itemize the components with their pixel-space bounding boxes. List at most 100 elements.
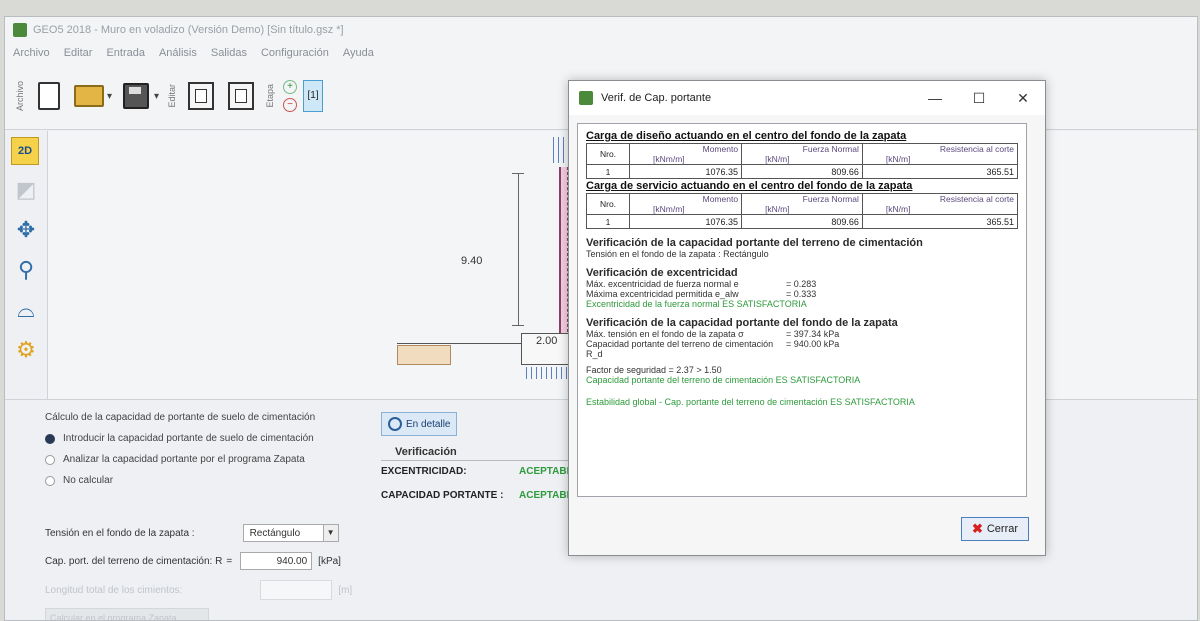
verification-title: Verificación <box>395 446 457 458</box>
radio-label: Analizar la capacidad portante por el pr… <box>63 454 305 465</box>
close-button-label: Cerrar <box>986 523 1019 535</box>
dimension-tick-bottom <box>512 325 524 326</box>
stress-shape-row: Tensión en el fondo de la zapata : Rectá… <box>45 524 339 542</box>
table-cell-moment: 1076.35 <box>628 214 743 229</box>
table-header-nro: Nro. <box>586 193 630 215</box>
close-icon[interactable]: ✕ <box>1001 90 1045 107</box>
stress-shape-label: Tensión en el fondo de la zapata : <box>45 527 195 539</box>
visual-style-icon[interactable]: ⌓ <box>11 295 41 325</box>
view-3d-icon: ◩ <box>15 177 37 202</box>
table-header-moment: Momento [kNm/m] <box>628 143 743 165</box>
pan-move-icon[interactable]: ✥ <box>11 215 41 245</box>
bearing-capacity-dialog: Verif. de Cap. portante — ☐ ✕ Carga de d… <box>568 80 1046 556</box>
foundation-length-input <box>260 580 333 600</box>
remove-stage-icon[interactable]: − <box>283 98 298 112</box>
bearing-capacity-unit: [kPa] <box>318 555 341 567</box>
new-file-button[interactable] <box>32 78 66 114</box>
stress-shape-select[interactable]: Rectángulo ▼ <box>242 524 339 542</box>
add-stage-icon[interactable]: + <box>283 80 298 94</box>
paste-button[interactable] <box>224 78 258 114</box>
capacity-row-bearing: Capacidad portante del terreno de ciment… <box>586 339 840 359</box>
radio-introducir[interactable]: Introducir la capacidad portante de suel… <box>45 433 315 444</box>
detail-button-label: En detalle <box>406 418 451 430</box>
radio-unselected-icon <box>45 454 55 465</box>
dialog-titlebar: Verif. de Cap. portante — ☐ ✕ <box>569 81 1045 115</box>
radio-analizar[interactable]: Analizar la capacidad portante por el pr… <box>45 454 315 465</box>
bearing-verification-title: Verificación de la capacidad portante de… <box>586 237 923 249</box>
ground-line <box>397 343 527 344</box>
foundation-length-unit: [m] <box>338 584 353 596</box>
table-cell-shear: 365.51 <box>861 164 1019 179</box>
minimize-icon[interactable]: — <box>913 90 957 107</box>
menu-analisis[interactable]: Análisis <box>159 47 197 59</box>
height-dimension-label: 9.40 <box>461 255 483 267</box>
calc-method-group: Cálculo de la capacidad de portante de s… <box>45 412 315 496</box>
toolbar-group-file-label: Archivo <box>15 80 25 111</box>
toolbar-group-edit-label: Editar <box>167 84 178 108</box>
design-load-heading: Carga de diseño actuando en el centro de… <box>586 130 907 142</box>
copy-icon <box>188 82 215 110</box>
menu-entrada[interactable]: Entrada <box>106 47 145 59</box>
radio-selected-icon <box>45 433 55 444</box>
design-load-table: Nro. Momento [kNm/m] Fuerza Normal [kN/m] … <box>586 143 1019 179</box>
foundation-length-label: Longitud total de los cimientos: <box>45 584 183 596</box>
table-cell-moment: 1076.35 <box>628 164 743 179</box>
footing-dimension-label: 2.00 <box>536 335 558 347</box>
save-dropdown-arrow-icon[interactable]: ▾ <box>154 91 159 102</box>
bearing-verification-subtitle: Tensión en el fondo de la zapata : Rectá… <box>586 249 769 259</box>
front-soil-block <box>397 345 451 365</box>
dialog-title: Verif. de Cap. portante <box>601 92 712 104</box>
table-header-normal-force: Fuerza Normal [kN/m] <box>741 143 863 165</box>
table-header-normal-force: Fuerza Normal [kN/m] <box>741 193 863 215</box>
capacity-result: Capacidad portante del terreno de ciment… <box>586 375 861 385</box>
global-stability-result: Estabilidad global - Cap. portante del t… <box>586 397 915 407</box>
eccentricity-row-max: Máx. excentricidad de fuerza normal e = 0… <box>586 279 817 289</box>
menu-salidas[interactable]: Salidas <box>211 47 247 59</box>
foundation-length-row: Longitud total de los cimientos: [m] <box>45 580 352 600</box>
save-button[interactable] <box>119 78 153 114</box>
service-load-table: Nro. Momento [kNm/m] Fuerza Normal [kN/m] … <box>586 193 1019 229</box>
menu-archivo[interactable]: Archivo <box>13 47 50 59</box>
capacity-title: Verificación de la capacidad portante de… <box>586 317 898 329</box>
folder-icon <box>74 85 104 107</box>
dialog-report: Carga de diseño actuando en el centro de… <box>577 123 1027 497</box>
table-row: 1 1076.35 809.66 365.51 <box>586 214 1019 229</box>
detail-button[interactable]: En detalle <box>381 412 458 436</box>
menubar: Archivo Editar Entrada Análisis Salidas … <box>5 43 1197 63</box>
open-file-button[interactable] <box>72 78 106 114</box>
toolbar-group-stage-label: Etapa <box>265 84 276 108</box>
menu-editar[interactable]: Editar <box>64 47 93 59</box>
close-dialog-button[interactable]: ✖ Cerrar <box>961 517 1029 541</box>
view-2d-button[interactable]: 2D <box>11 137 39 165</box>
eccentricity-result: Excentricidad de la fuerza normal ES SAT… <box>586 299 807 309</box>
stage-selector[interactable]: [1] <box>303 80 324 112</box>
radio-unselected-icon <box>45 475 55 486</box>
dimension-tick-top <box>512 173 524 174</box>
menu-ayuda[interactable]: Ayuda <box>343 47 374 59</box>
eccentricity-row-allowed: Máxima excentricidad permitida e_alw = 0.… <box>586 289 817 299</box>
stress-shape-value: Rectángulo <box>249 527 301 539</box>
bearing-capacity-row: Cap. port. del terreno de cimentación: R… <box>45 552 341 570</box>
chevron-down-icon: ▼ <box>322 525 338 541</box>
divider <box>381 460 571 461</box>
zoom-icon[interactable]: ⚲ <box>11 255 41 285</box>
zapata-program-button: Calcular en el programa Zapata <box>45 608 209 620</box>
radio-label: No calcular <box>63 475 114 486</box>
table-header-row: Nro. Momento [kNm/m] Fuerza Normal [kN/m] … <box>586 143 1019 165</box>
magnifier-icon <box>388 417 402 431</box>
radio-label: Introducir la capacidad portante de suel… <box>63 433 314 444</box>
table-cell-normal-force: 809.66 <box>741 214 863 229</box>
window-controls: — ☐ ✕ <box>913 90 1045 107</box>
paste-icon <box>228 82 255 110</box>
copy-button[interactable] <box>184 78 218 114</box>
radio-no-calcular[interactable]: No calcular <box>45 475 315 486</box>
calc-method-title: Cálculo de la capacidad de portante de s… <box>45 412 316 423</box>
maximize-icon[interactable]: ☐ <box>957 90 1001 107</box>
app-logo-icon <box>13 23 27 37</box>
table-row: 1 1076.35 809.66 365.51 <box>586 164 1019 179</box>
bearing-capacity-input[interactable]: 940.00 <box>240 552 313 570</box>
settings-gear-icon[interactable]: ⚙ <box>11 335 41 365</box>
save-icon <box>123 83 150 109</box>
open-dropdown-arrow-icon[interactable]: ▾ <box>107 91 112 102</box>
menu-configuracion[interactable]: Configuración <box>261 47 329 59</box>
